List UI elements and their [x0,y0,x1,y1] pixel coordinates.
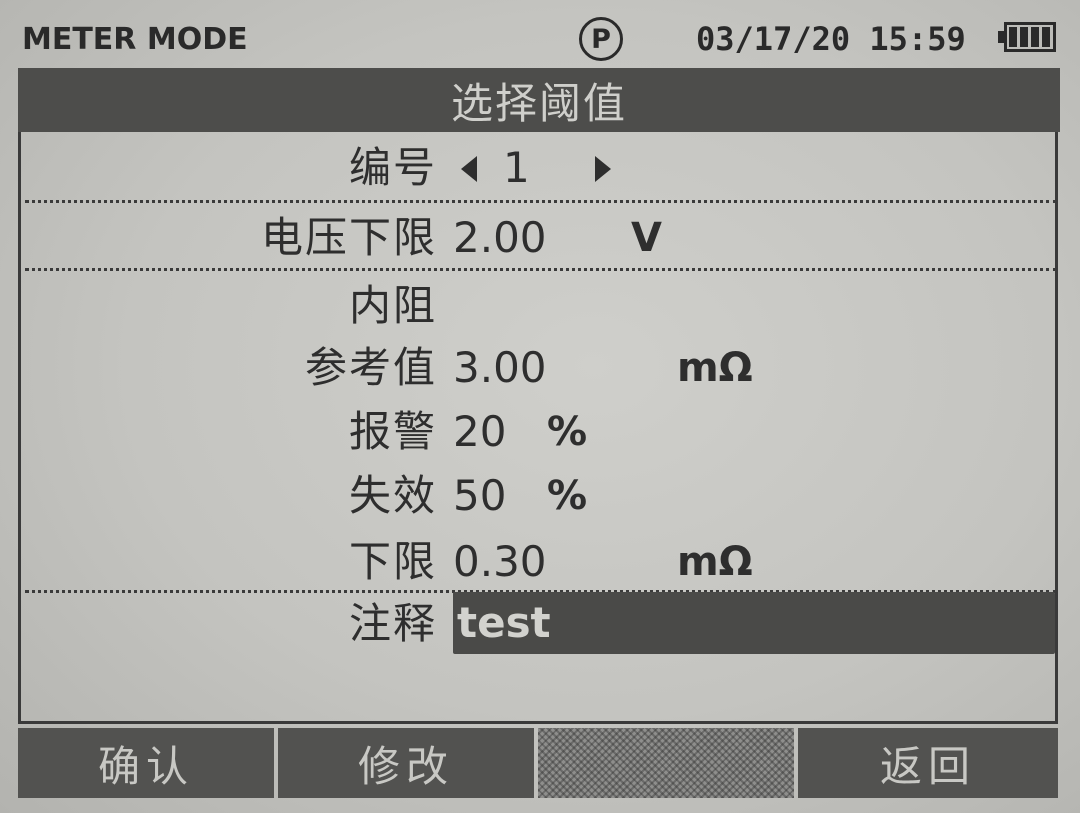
lower-row[interactable]: 下限 0.30 mΩ [21,530,1061,594]
arrow-right-icon[interactable] [595,156,611,182]
alarm-row[interactable]: 报警 20 % [21,400,1061,464]
modify-button[interactable]: 修改 [278,728,534,798]
resistance-label: 内阻 [348,281,437,330]
alarm-unit: % [547,409,588,455]
empty-softkey[interactable] [538,728,794,798]
softkey-bar: 确认 修改 返回 [18,728,1058,798]
arrow-left-icon[interactable] [461,156,477,182]
reference-label: 参考值 [304,343,437,392]
voltage-lower-label: 电压下限 [260,213,437,262]
alarm-value: 20 [453,407,507,456]
voltage-lower-value: 2.00 [453,213,547,262]
note-field[interactable]: test [453,592,1055,654]
reference-row[interactable]: 参考值 3.00 mΩ [21,336,1061,400]
modify-label: 修改 [357,741,454,791]
divider [25,200,1057,203]
resistance-row: 内阻 [21,274,1061,338]
failure-value: 50 [453,471,507,520]
number-value: 1 [503,143,530,192]
reference-unit: mΩ [677,345,753,391]
title-bar: 选择阈值 [18,68,1060,132]
p-icon: P [579,17,623,61]
page-title: 选择阈值 [450,78,627,128]
battery-full-icon [998,22,1056,52]
voltage-lower-unit: V [631,215,662,261]
meter-screen: METER MODE P 03/17/20 15:59 选择阈值 编号 1 电压… [0,0,1080,813]
lower-unit: mΩ [677,539,753,585]
back-label: 返回 [879,741,976,791]
divider [25,268,1057,271]
mode-label: METER MODE [22,22,248,57]
back-button[interactable]: 返回 [798,728,1058,798]
reference-value: 3.00 [453,343,547,392]
number-row[interactable]: 编号 1 [21,136,1061,200]
number-label: 编号 [348,143,437,192]
status-bar: METER MODE P 03/17/20 15:59 [0,0,1080,66]
failure-label: 失效 [348,471,437,520]
voltage-lower-row[interactable]: 电压下限 2.00 V [21,206,1061,270]
failure-row[interactable]: 失效 50 % [21,464,1061,528]
p-icon-label: P [591,23,611,55]
failure-unit: % [547,473,588,519]
lower-value: 0.30 [453,537,547,586]
datetime: 03/17/20 15:59 [696,20,966,58]
threshold-form: 编号 1 电压下限 2.00 V 内阻 参考值 3.00 mΩ 报警 20 % … [18,132,1058,724]
confirm-button[interactable]: 确认 [18,728,274,798]
note-value: test [457,598,551,647]
alarm-label: 报警 [348,407,437,456]
lower-label: 下限 [348,537,437,586]
note-label: 注释 [348,599,437,648]
confirm-label: 确认 [97,741,194,791]
